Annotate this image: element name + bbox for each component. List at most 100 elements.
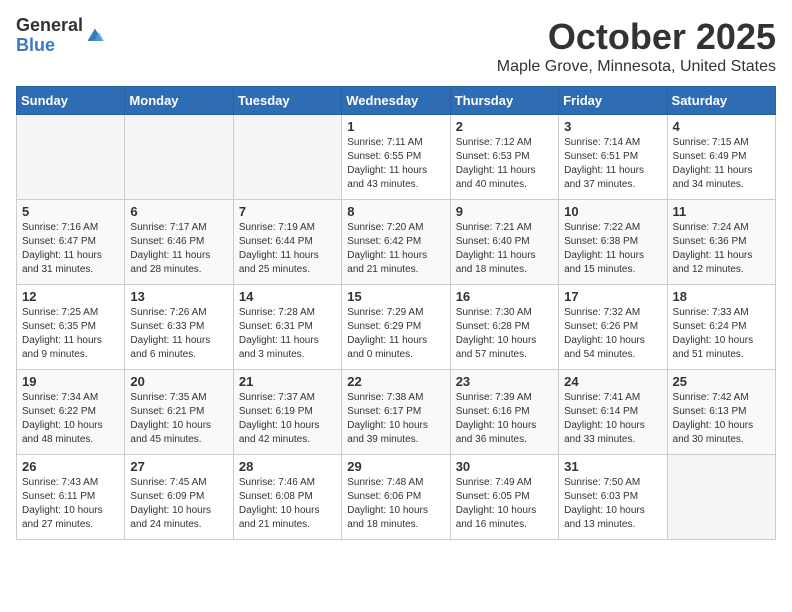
day-detail: Sunrise: 7:12 AMSunset: 6:53 PMDaylight:… (456, 137, 536, 190)
day-detail: Sunrise: 7:32 AMSunset: 6:26 PMDaylight:… (564, 307, 645, 360)
day-detail: Sunrise: 7:16 AMSunset: 6:47 PMDaylight:… (22, 222, 102, 275)
day-detail: Sunrise: 7:24 AMSunset: 6:36 PMDaylight:… (673, 222, 753, 275)
weekday-header-row: SundayMondayTuesdayWednesdayThursdayFrid… (17, 87, 776, 115)
weekday-header-monday: Monday (125, 87, 233, 115)
day-number: 24 (564, 374, 661, 389)
calendar-day-cell: 1 Sunrise: 7:11 AMSunset: 6:55 PMDaylight… (342, 115, 450, 200)
calendar-day-cell: 21Sunrise: 7:37 AMSunset: 6:19 PMDayligh… (233, 370, 341, 455)
day-detail: Sunrise: 7:34 AMSunset: 6:22 PMDaylight:… (22, 392, 103, 445)
calendar-week-row: 5 Sunrise: 7:16 AMSunset: 6:47 PMDaylight… (17, 200, 776, 285)
day-number: 30 (456, 459, 553, 474)
day-number: 13 (130, 289, 227, 304)
weekday-header-saturday: Saturday (667, 87, 775, 115)
day-detail: Sunrise: 7:35 AMSunset: 6:21 PMDaylight:… (130, 392, 211, 445)
calendar-day-cell (17, 115, 125, 200)
day-detail: Sunrise: 7:37 AMSunset: 6:19 PMDaylight:… (239, 392, 320, 445)
calendar-day-cell: 12 Sunrise: 7:25 AMSunset: 6:35 PMDayligh… (17, 285, 125, 370)
day-detail: Sunrise: 7:48 AMSunset: 6:06 PMDaylight:… (347, 477, 428, 530)
day-detail: Sunrise: 7:38 AMSunset: 6:17 PMDaylight:… (347, 392, 428, 445)
day-number: 26 (22, 459, 119, 474)
weekday-header-thursday: Thursday (450, 87, 558, 115)
day-number: 22 (347, 374, 444, 389)
calendar-day-cell: 4 Sunrise: 7:15 AMSunset: 6:49 PMDaylight… (667, 115, 775, 200)
calendar-day-cell: 13Sunrise: 7:26 AMSunset: 6:33 PMDayligh… (125, 285, 233, 370)
location-text: Maple Grove, Minnesota, United States (497, 58, 776, 76)
day-number: 31 (564, 459, 661, 474)
day-number: 5 (22, 204, 119, 219)
day-number: 25 (673, 374, 770, 389)
day-detail: Sunrise: 7:33 AMSunset: 6:24 PMDaylight:… (673, 307, 754, 360)
day-number: 11 (673, 204, 770, 219)
calendar-day-cell (125, 115, 233, 200)
calendar-day-cell: 23 Sunrise: 7:39 AMSunset: 6:16 PMDayligh… (450, 370, 558, 455)
calendar-day-cell: 5 Sunrise: 7:16 AMSunset: 6:47 PMDaylight… (17, 200, 125, 285)
day-number: 20 (130, 374, 227, 389)
day-number: 12 (22, 289, 119, 304)
calendar-day-cell: 8 Sunrise: 7:20 AMSunset: 6:42 PMDaylight… (342, 200, 450, 285)
day-detail: Sunrise: 7:43 AMSunset: 6:11 PMDaylight:… (22, 477, 103, 530)
day-number: 8 (347, 204, 444, 219)
day-number: 6 (130, 204, 227, 219)
day-number: 4 (673, 119, 770, 134)
day-detail: Sunrise: 7:41 AMSunset: 6:14 PMDaylight:… (564, 392, 645, 445)
calendar-week-row: 26 Sunrise: 7:43 AMSunset: 6:11 PMDayligh… (17, 455, 776, 540)
day-number: 19 (22, 374, 119, 389)
day-number: 27 (130, 459, 227, 474)
logo: General Blue (16, 16, 105, 56)
day-detail: Sunrise: 7:29 AMSunset: 6:29 PMDaylight:… (347, 307, 427, 360)
calendar-day-cell: 30 Sunrise: 7:49 AMSunset: 6:05 PMDayligh… (450, 455, 558, 540)
calendar-day-cell: 26 Sunrise: 7:43 AMSunset: 6:11 PMDayligh… (17, 455, 125, 540)
calendar-day-cell: 31 Sunrise: 7:50 AMSunset: 6:03 PMDayligh… (559, 455, 667, 540)
weekday-header-friday: Friday (559, 87, 667, 115)
calendar-day-cell: 9Sunrise: 7:21 AMSunset: 6:40 PMDaylight… (450, 200, 558, 285)
day-detail: Sunrise: 7:28 AMSunset: 6:31 PMDaylight:… (239, 307, 319, 360)
day-detail: Sunrise: 7:49 AMSunset: 6:05 PMDaylight:… (456, 477, 537, 530)
day-number: 2 (456, 119, 553, 134)
calendar-day-cell: 18 Sunrise: 7:33 AMSunset: 6:24 PMDayligh… (667, 285, 775, 370)
day-detail: Sunrise: 7:50 AMSunset: 6:03 PMDaylight:… (564, 477, 645, 530)
day-detail: Sunrise: 7:22 AMSunset: 6:38 PMDaylight:… (564, 222, 644, 275)
day-number: 7 (239, 204, 336, 219)
day-detail: Sunrise: 7:11 AMSunset: 6:55 PMDaylight:… (347, 137, 427, 190)
calendar-day-cell: 14 Sunrise: 7:28 AMSunset: 6:31 PMDayligh… (233, 285, 341, 370)
calendar-day-cell: 17Sunrise: 7:32 AMSunset: 6:26 PMDayligh… (559, 285, 667, 370)
day-number: 29 (347, 459, 444, 474)
weekday-header-tuesday: Tuesday (233, 87, 341, 115)
calendar-week-row: 1 Sunrise: 7:11 AMSunset: 6:55 PMDaylight… (17, 115, 776, 200)
calendar-day-cell: 10 Sunrise: 7:22 AMSunset: 6:38 PMDayligh… (559, 200, 667, 285)
calendar-day-cell: 25Sunrise: 7:42 AMSunset: 6:13 PMDayligh… (667, 370, 775, 455)
calendar-day-cell: 15 Sunrise: 7:29 AMSunset: 6:29 PMDayligh… (342, 285, 450, 370)
day-number: 1 (347, 119, 444, 134)
day-detail: Sunrise: 7:17 AMSunset: 6:46 PMDaylight:… (130, 222, 210, 275)
month-title: October 2025 (497, 16, 776, 58)
calendar-week-row: 12 Sunrise: 7:25 AMSunset: 6:35 PMDayligh… (17, 285, 776, 370)
day-number: 23 (456, 374, 553, 389)
day-detail: Sunrise: 7:30 AMSunset: 6:28 PMDaylight:… (456, 307, 537, 360)
day-detail: Sunrise: 7:15 AMSunset: 6:49 PMDaylight:… (673, 137, 753, 190)
calendar-day-cell: 3 Sunrise: 7:14 AMSunset: 6:51 PMDaylight… (559, 115, 667, 200)
day-number: 14 (239, 289, 336, 304)
day-detail: Sunrise: 7:45 AMSunset: 6:09 PMDaylight:… (130, 477, 211, 530)
page-header: General Blue October 2025 Maple Grove, M… (16, 16, 776, 76)
day-detail: Sunrise: 7:39 AMSunset: 6:16 PMDaylight:… (456, 392, 537, 445)
calendar-day-cell: 28 Sunrise: 7:46 AMSunset: 6:08 PMDayligh… (233, 455, 341, 540)
weekday-header-wednesday: Wednesday (342, 87, 450, 115)
logo-general-text: General (16, 16, 83, 36)
calendar-day-cell (667, 455, 775, 540)
calendar-day-cell: 22 Sunrise: 7:38 AMSunset: 6:17 PMDayligh… (342, 370, 450, 455)
day-number: 10 (564, 204, 661, 219)
day-detail: Sunrise: 7:25 AMSunset: 6:35 PMDaylight:… (22, 307, 102, 360)
calendar-day-cell: 19 Sunrise: 7:34 AMSunset: 6:22 PMDayligh… (17, 370, 125, 455)
weekday-header-sunday: Sunday (17, 87, 125, 115)
day-number: 28 (239, 459, 336, 474)
day-number: 15 (347, 289, 444, 304)
logo-icon (85, 26, 105, 46)
day-number: 9 (456, 204, 553, 219)
calendar-week-row: 19 Sunrise: 7:34 AMSunset: 6:22 PMDayligh… (17, 370, 776, 455)
day-detail: Sunrise: 7:46 AMSunset: 6:08 PMDaylight:… (239, 477, 320, 530)
calendar-day-cell (233, 115, 341, 200)
day-detail: Sunrise: 7:20 AMSunset: 6:42 PMDaylight:… (347, 222, 427, 275)
day-number: 18 (673, 289, 770, 304)
day-detail: Sunrise: 7:14 AMSunset: 6:51 PMDaylight:… (564, 137, 644, 190)
day-number: 3 (564, 119, 661, 134)
